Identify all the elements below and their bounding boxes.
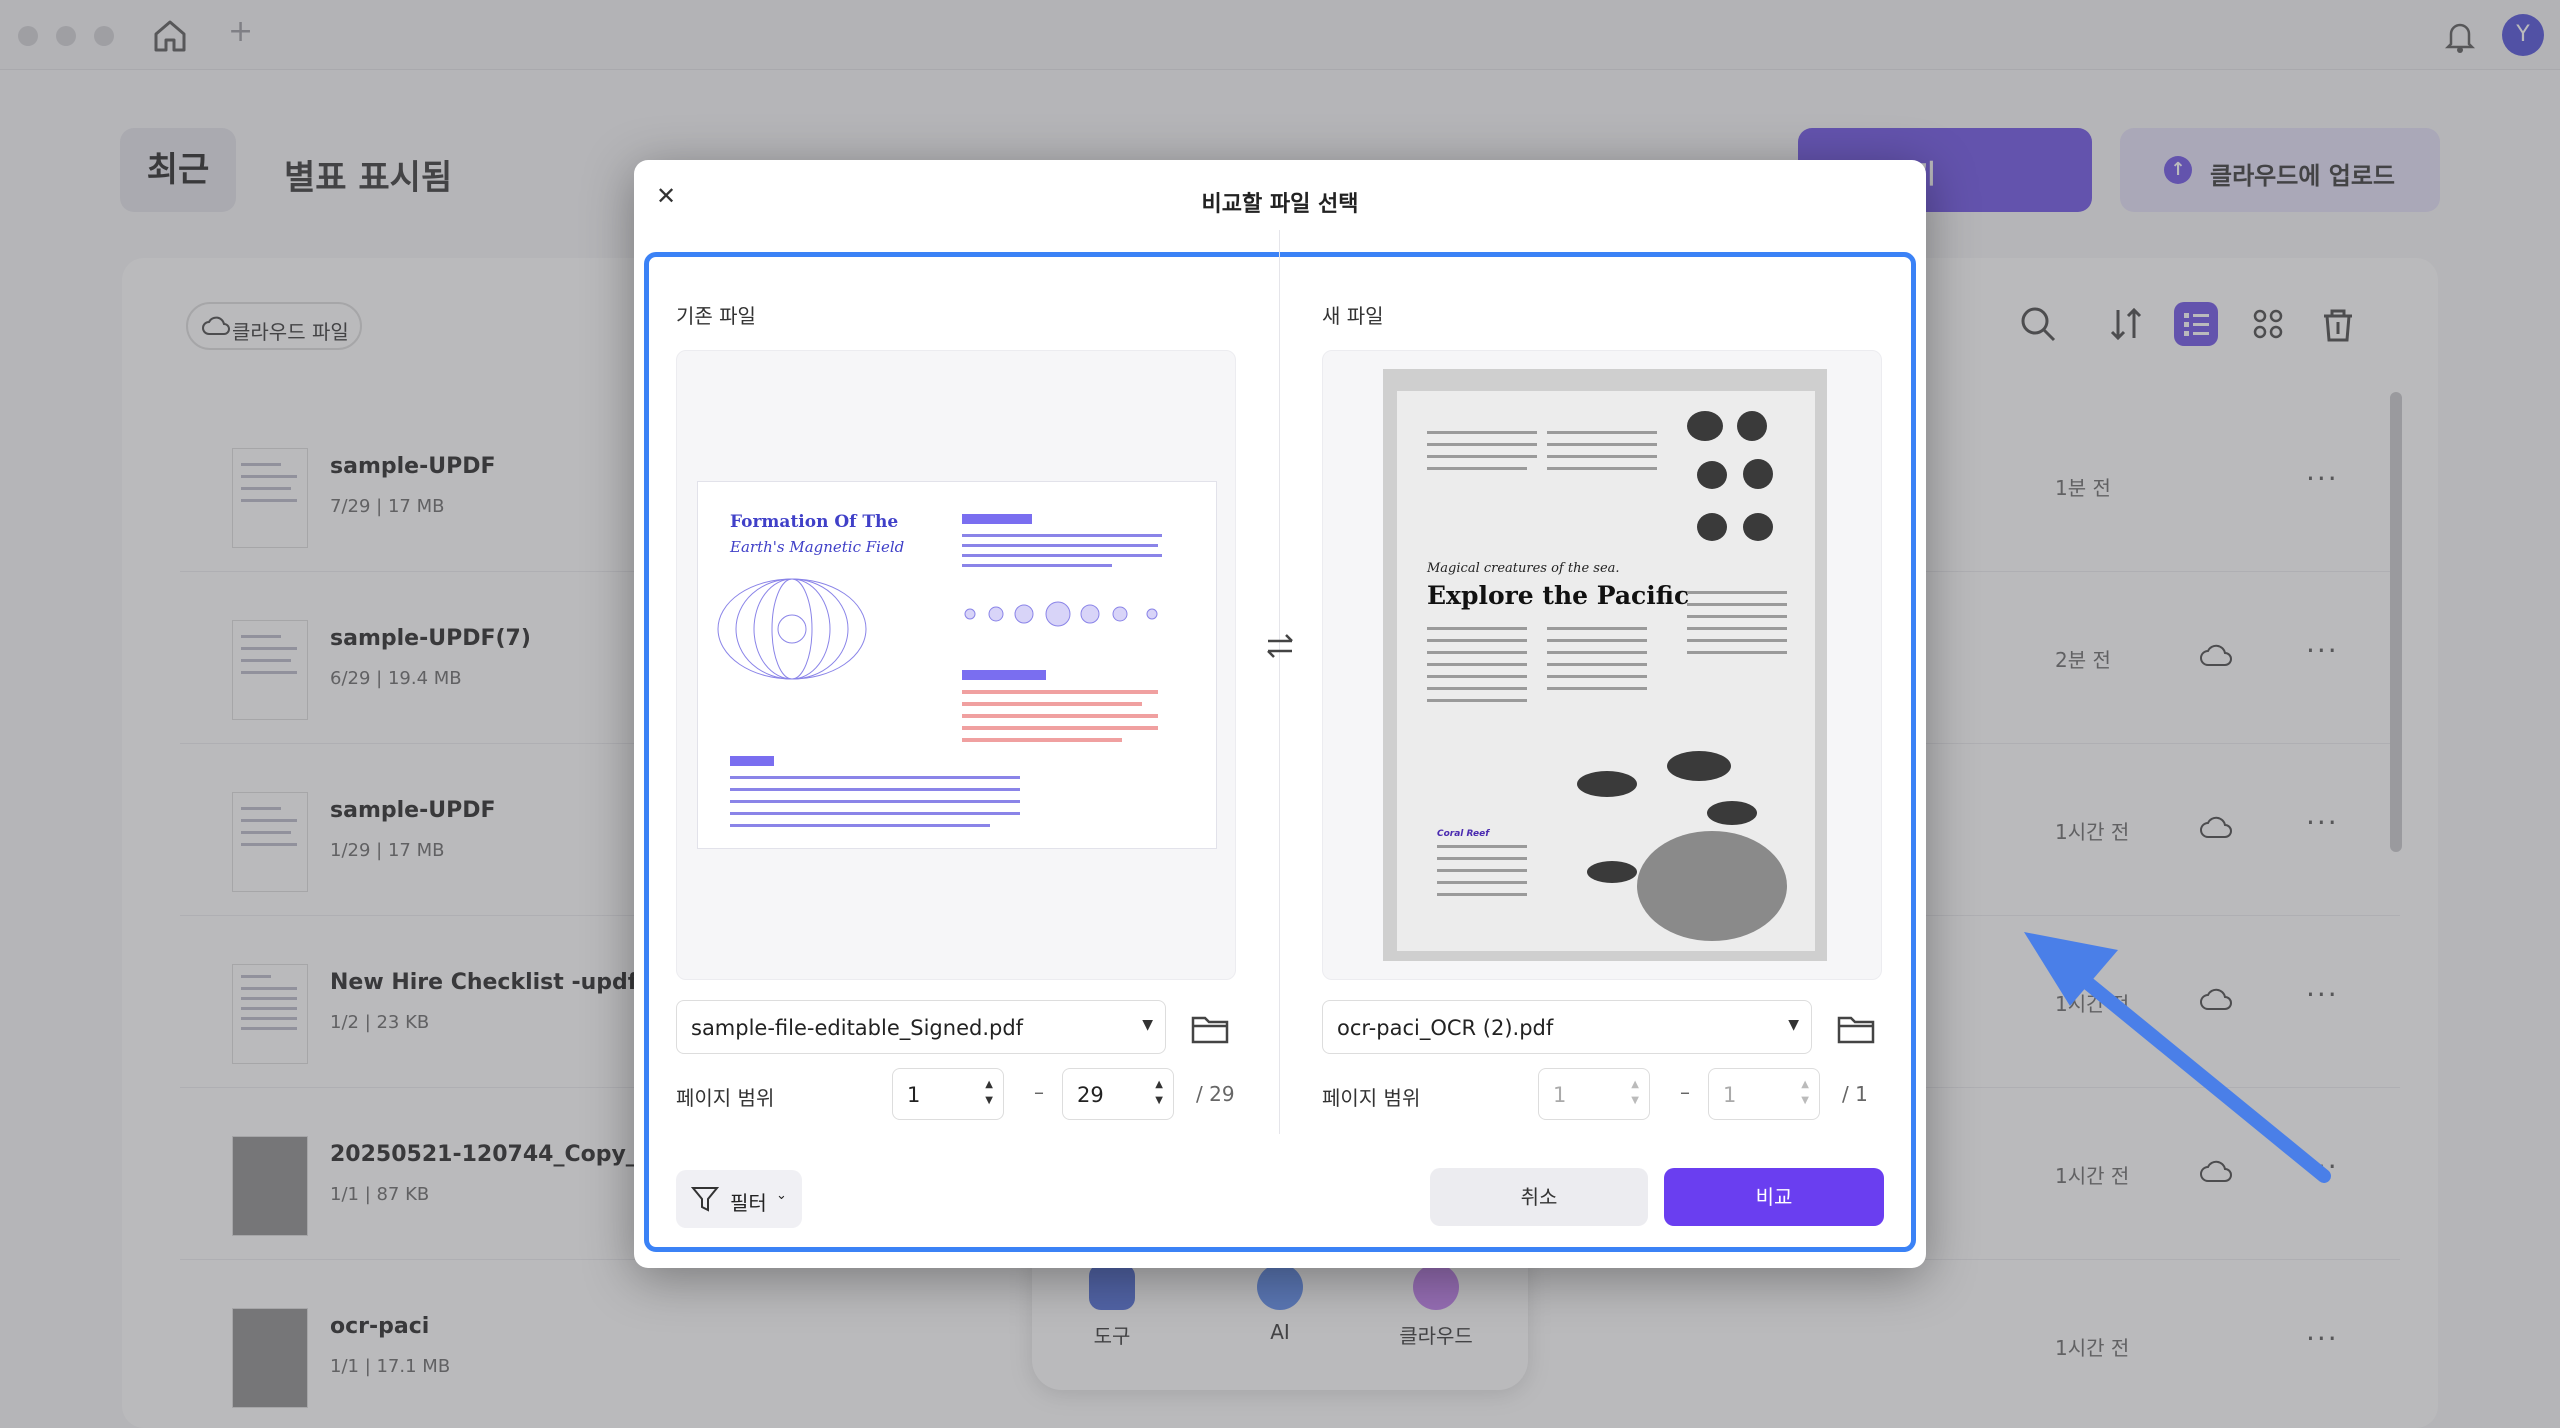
- page-from-value: 1: [907, 1083, 921, 1107]
- new-file-pane: 새 파일 Magical creatures of the sea. Explo…: [1322, 300, 1882, 1160]
- preview-doc-subtitle: Earth's Magnetic Field: [730, 538, 905, 556]
- stepper-arrows-icon[interactable]: ▲ ▼: [1155, 1077, 1163, 1109]
- page-from-value: 1: [1553, 1083, 1567, 1107]
- page-to-stepper[interactable]: 29 ▲ ▼: [1062, 1068, 1174, 1120]
- swap-icon[interactable]: [1262, 628, 1298, 664]
- page-total: / 29: [1196, 1082, 1235, 1106]
- preview-doc-subtitle: Magical creatures of the sea.: [1427, 561, 1620, 576]
- pane-divider: [1279, 230, 1280, 1134]
- page-range-label: 페이지 범위: [676, 1086, 775, 1110]
- new-file-value: ocr-paci_OCR (2).pdf: [1337, 1016, 1554, 1040]
- preview-doc-title: Explore the Pacific: [1427, 581, 1690, 610]
- range-dash: –: [1034, 1080, 1044, 1104]
- page-total: / 1: [1842, 1082, 1868, 1106]
- page-from-stepper[interactable]: 1 ▲ ▼: [1538, 1068, 1650, 1120]
- preview-document: Formation Of The Earth's Magnetic Field: [697, 481, 1217, 849]
- stepper-arrows-icon[interactable]: ▲ ▼: [1631, 1077, 1639, 1109]
- original-file-value: sample-file-editable_Signed.pdf: [691, 1016, 1024, 1040]
- chevron-down-icon: ▼: [1788, 1017, 1799, 1033]
- section-tag: [962, 514, 1032, 524]
- stepper-arrows-icon[interactable]: ▲ ▼: [985, 1077, 993, 1109]
- cancel-button[interactable]: 취소: [1430, 1168, 1648, 1226]
- magnetic-field-figure: [717, 578, 867, 680]
- page-to-value: 29: [1077, 1083, 1104, 1107]
- chevron-down-icon: ⌄: [776, 1188, 787, 1203]
- page-to-stepper[interactable]: 1 ▲ ▼: [1708, 1068, 1820, 1120]
- original-file-pane: 기존 파일 Formation Of The Earth's Magnetic …: [676, 300, 1236, 1160]
- page-from-stepper[interactable]: 1 ▲ ▼: [892, 1068, 1004, 1120]
- chevron-down-icon: ▼: [1142, 1017, 1153, 1033]
- new-file-label: 새 파일: [1322, 304, 1384, 328]
- dialog-title: 비교할 파일 선택: [1201, 192, 1359, 217]
- folder-icon[interactable]: [1190, 1012, 1230, 1046]
- compare-dialog: ✕ 비교할 파일 선택 기존 파일 Formation Of The Earth…: [634, 160, 1926, 1268]
- preview-photo: Magical creatures of the sea. Explore th…: [1383, 369, 1827, 961]
- page-to-value: 1: [1723, 1083, 1737, 1107]
- planet-size-figure: [964, 601, 1158, 627]
- new-file-select[interactable]: ocr-paci_OCR (2).pdf ▼: [1322, 1000, 1812, 1054]
- new-file-preview: Magical creatures of the sea. Explore th…: [1322, 350, 1882, 980]
- original-file-select[interactable]: sample-file-editable_Signed.pdf ▼: [676, 1000, 1166, 1054]
- compare-button[interactable]: 비교: [1664, 1168, 1884, 1226]
- section-tag: [962, 670, 1046, 680]
- stepper-arrows-icon[interactable]: ▲ ▼: [1801, 1077, 1809, 1109]
- range-dash: –: [1680, 1080, 1690, 1104]
- filter-label: 필터: [730, 1191, 767, 1215]
- page-range-label: 페이지 범위: [1322, 1086, 1421, 1110]
- folder-icon[interactable]: [1836, 1012, 1876, 1046]
- original-file-preview: Formation Of The Earth's Magnetic Field: [676, 350, 1236, 980]
- preview-paper: Magical creatures of the sea. Explore th…: [1397, 391, 1815, 951]
- preview-doc-title: Formation Of The: [730, 512, 899, 532]
- section-tag: [730, 756, 774, 766]
- preview-coral-heading: Coral Reef: [1437, 829, 1490, 839]
- filter-icon: [690, 1187, 720, 1212]
- filter-button[interactable]: 필터 ⌄: [676, 1170, 802, 1228]
- original-file-label: 기존 파일: [676, 304, 756, 328]
